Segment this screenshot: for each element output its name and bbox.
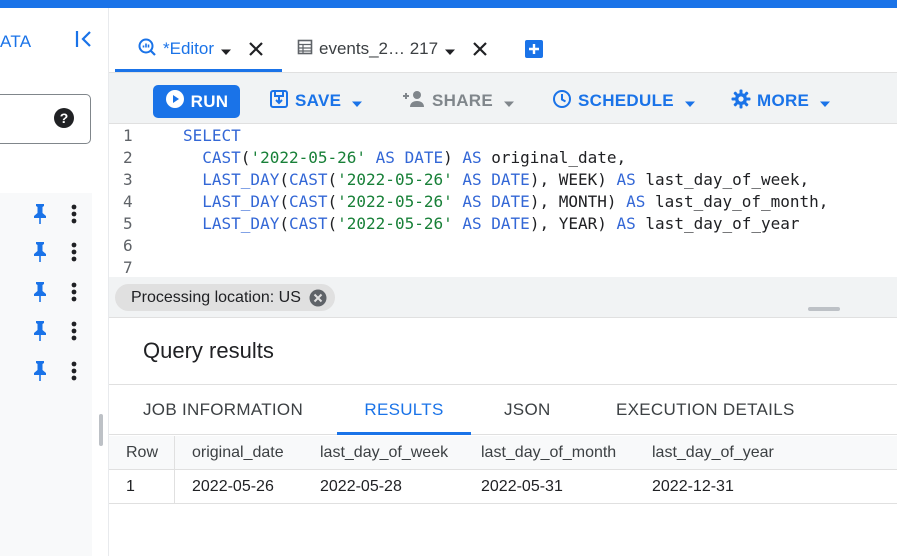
code-text: LAST_DAY(CAST('2022-05-26' AS DATE), MON… [202, 192, 829, 211]
help-icon[interactable]: ? [52, 106, 76, 130]
column-header[interactable]: last_day_of_year [652, 436, 774, 470]
more-label: MORE [757, 91, 810, 110]
column-header[interactable]: original_date [192, 436, 284, 470]
table-cell: 2022-05-31 [481, 478, 563, 495]
chevron-down-icon[interactable] [220, 43, 232, 55]
pin-icon[interactable] [28, 359, 52, 383]
svg-text:?: ? [60, 110, 69, 126]
save-label: SAVE [295, 91, 342, 110]
more-vert-icon[interactable] [64, 319, 84, 343]
share-label: SHARE [432, 91, 494, 110]
save-icon [269, 89, 289, 114]
table-cell: 1 [126, 478, 135, 495]
save-button[interactable]: SAVE [269, 85, 363, 117]
add-tab-icon[interactable] [524, 39, 544, 59]
chevron-down-icon [684, 95, 696, 107]
pin-icon[interactable] [28, 319, 52, 343]
tab-job-information[interactable]: JOB INFORMATION [143, 385, 303, 435]
pin-icon[interactable] [28, 202, 52, 226]
gear-icon [731, 89, 751, 114]
code-text: LAST_DAY(CAST('2022-05-26' AS DATE), WEE… [202, 170, 810, 189]
panel-resize-handle[interactable] [99, 414, 103, 446]
clock-icon [552, 89, 572, 114]
pinned-project-row[interactable] [28, 202, 88, 226]
column-header[interactable]: last_day_of_week [320, 436, 448, 470]
pinned-project-row[interactable] [28, 359, 88, 383]
line-number: 4 [123, 192, 133, 211]
table-cell: 2022-05-26 [192, 478, 274, 495]
column-divider [174, 436, 175, 470]
sql-editor[interactable]: 1 SELECT 2 CAST('2022-05-26' AS DATE) AS o… [109, 125, 897, 277]
pinned-project-row[interactable] [28, 240, 88, 264]
top-accent-bar [0, 0, 897, 8]
chevron-down-icon [819, 95, 831, 107]
line-number: 3 [123, 170, 133, 189]
tab-results[interactable]: RESULTS [337, 385, 471, 435]
editor-status-area: Processing location: US [109, 277, 897, 317]
close-icon[interactable] [248, 41, 264, 57]
results-header: Query results [109, 317, 897, 383]
more-vert-icon[interactable] [64, 359, 84, 383]
close-icon[interactable] [472, 41, 488, 57]
tab-events[interactable]: events_2… 217 [297, 26, 497, 72]
person-add-icon [402, 89, 426, 114]
schedule-button[interactable]: SCHEDULE [552, 85, 696, 117]
query-toolbar: RUN SAVE SHARE SCHEDULE MORE [109, 72, 897, 124]
table-cell: 2022-12-31 [652, 478, 734, 495]
schedule-label: SCHEDULE [578, 91, 674, 110]
more-vert-icon[interactable] [64, 202, 84, 226]
column-header[interactable]: last_day_of_month [481, 436, 616, 470]
tab-events-label: events_2… 217 [319, 39, 439, 58]
pinned-project-row[interactable] [28, 280, 88, 304]
editor-resize-handle[interactable] [808, 307, 840, 311]
line-number: 2 [123, 148, 133, 167]
run-button[interactable]: RUN [153, 85, 240, 118]
table-row: 1 2022-05-26 2022-05-28 2022-05-31 2022-12-3… [109, 470, 897, 504]
editor-tab-bar: *Editor events_2… 217 [109, 8, 897, 72]
code-text: CAST('2022-05-26' AS DATE) AS original_d… [202, 148, 627, 167]
results-tab-bar: JOB INFORMATION RESULTS JSON EXECUTION D… [109, 384, 897, 435]
query-icon [137, 37, 157, 62]
table-cell: 2022-05-28 [320, 478, 402, 495]
tab-execution-details[interactable]: EXECUTION DETAILS [616, 385, 795, 435]
explorer-search-input[interactable] [0, 94, 91, 144]
more-button[interactable]: MORE [731, 85, 831, 117]
code-text: SELECT [183, 126, 241, 145]
results-table: Row original_date last_day_of_week last_day… [109, 436, 897, 504]
code-text: LAST_DAY(CAST('2022-05-26' AS DATE), YEA… [202, 214, 800, 233]
chevron-down-icon [351, 95, 363, 107]
chevron-down-icon[interactable] [444, 43, 456, 55]
line-number: 6 [123, 236, 133, 255]
column-divider [174, 470, 175, 504]
more-vert-icon[interactable] [64, 240, 84, 264]
tab-editor[interactable]: *Editor [115, 26, 282, 72]
collapse-panel-icon[interactable] [72, 27, 96, 51]
run-label: RUN [190, 91, 229, 111]
line-number: 7 [123, 258, 133, 277]
line-number: 1 [123, 126, 133, 145]
column-header[interactable]: Row [126, 436, 158, 470]
share-button[interactable]: SHARE [402, 85, 515, 117]
play-icon [165, 89, 185, 114]
table-icon [297, 39, 313, 60]
pinned-project-row[interactable] [28, 319, 88, 343]
chevron-down-icon [503, 95, 515, 107]
tab-json[interactable]: JSON [504, 385, 551, 435]
cancel-circle-icon[interactable] [309, 289, 327, 307]
pin-icon[interactable] [28, 280, 52, 304]
results-title: Query results [143, 338, 274, 363]
processing-location-label: Processing location: US [131, 288, 301, 306]
processing-location-chip[interactable]: Processing location: US [115, 284, 335, 311]
more-vert-icon[interactable] [64, 280, 84, 304]
pin-icon[interactable] [28, 240, 52, 264]
tab-editor-label: *Editor [163, 39, 215, 58]
explorer-title: ATA [0, 32, 32, 51]
table-header-row: Row original_date last_day_of_week last_day… [109, 436, 897, 470]
line-number: 5 [123, 214, 133, 233]
